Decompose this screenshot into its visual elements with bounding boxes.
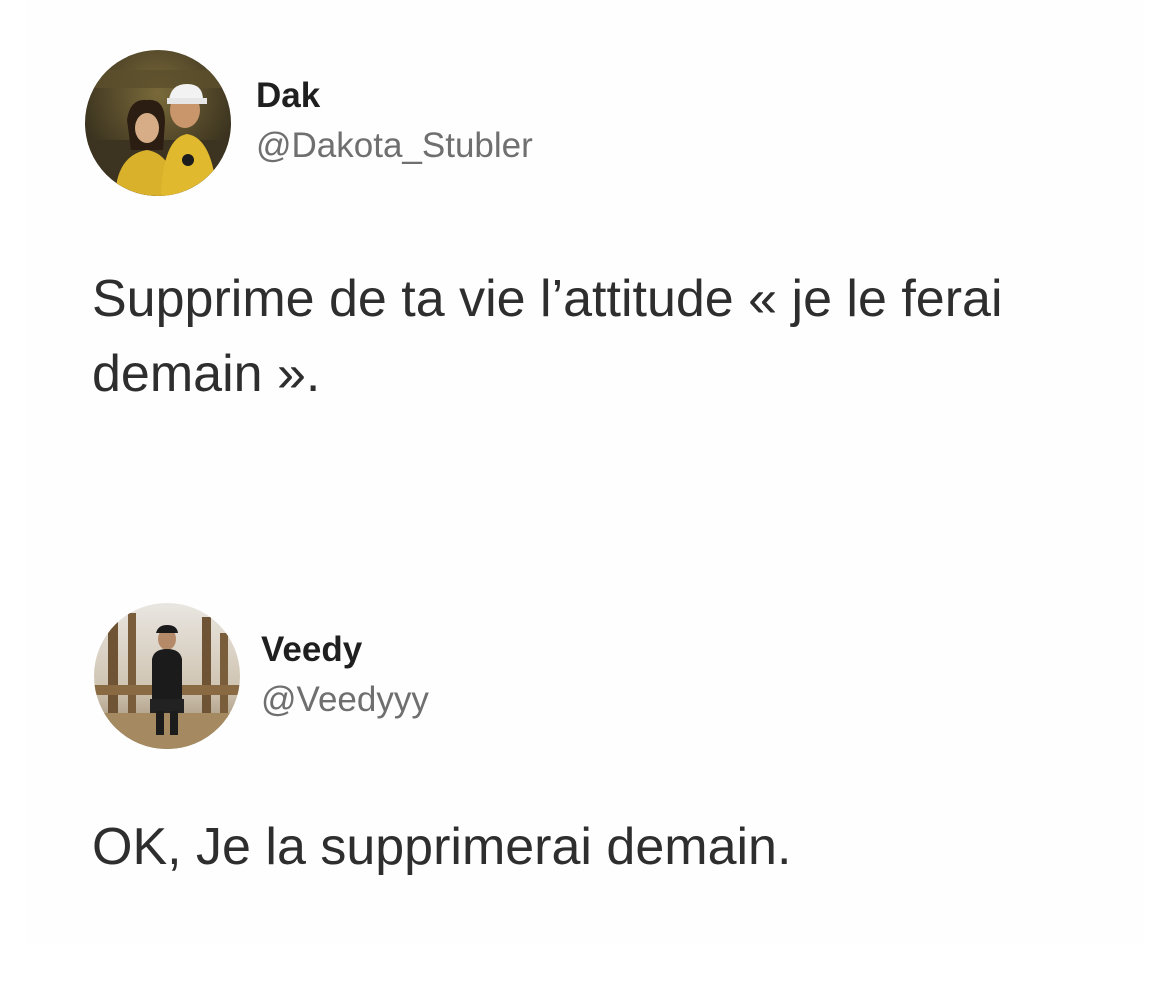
avatar-photo-icon: [94, 603, 240, 749]
author-name[interactable]: Veedy: [261, 630, 362, 670]
author-handle[interactable]: @Dakota_Stubler: [256, 126, 533, 166]
author-name[interactable]: Dak: [256, 76, 320, 116]
tweet-text: OK, Je la supprimerai demain.: [92, 818, 792, 876]
tweet-screenshot-card: Dak @Dakota_Stubler Supprime de ta vie l…: [26, 0, 1144, 945]
profile-avatar[interactable]: [85, 50, 231, 196]
profile-avatar[interactable]: [94, 603, 240, 749]
tweet-text: Supprime de ta vie l’attitude « je le fe…: [92, 270, 1003, 403]
author-handle[interactable]: @Veedyyy: [261, 680, 429, 720]
avatar-photo-icon: [85, 50, 231, 196]
